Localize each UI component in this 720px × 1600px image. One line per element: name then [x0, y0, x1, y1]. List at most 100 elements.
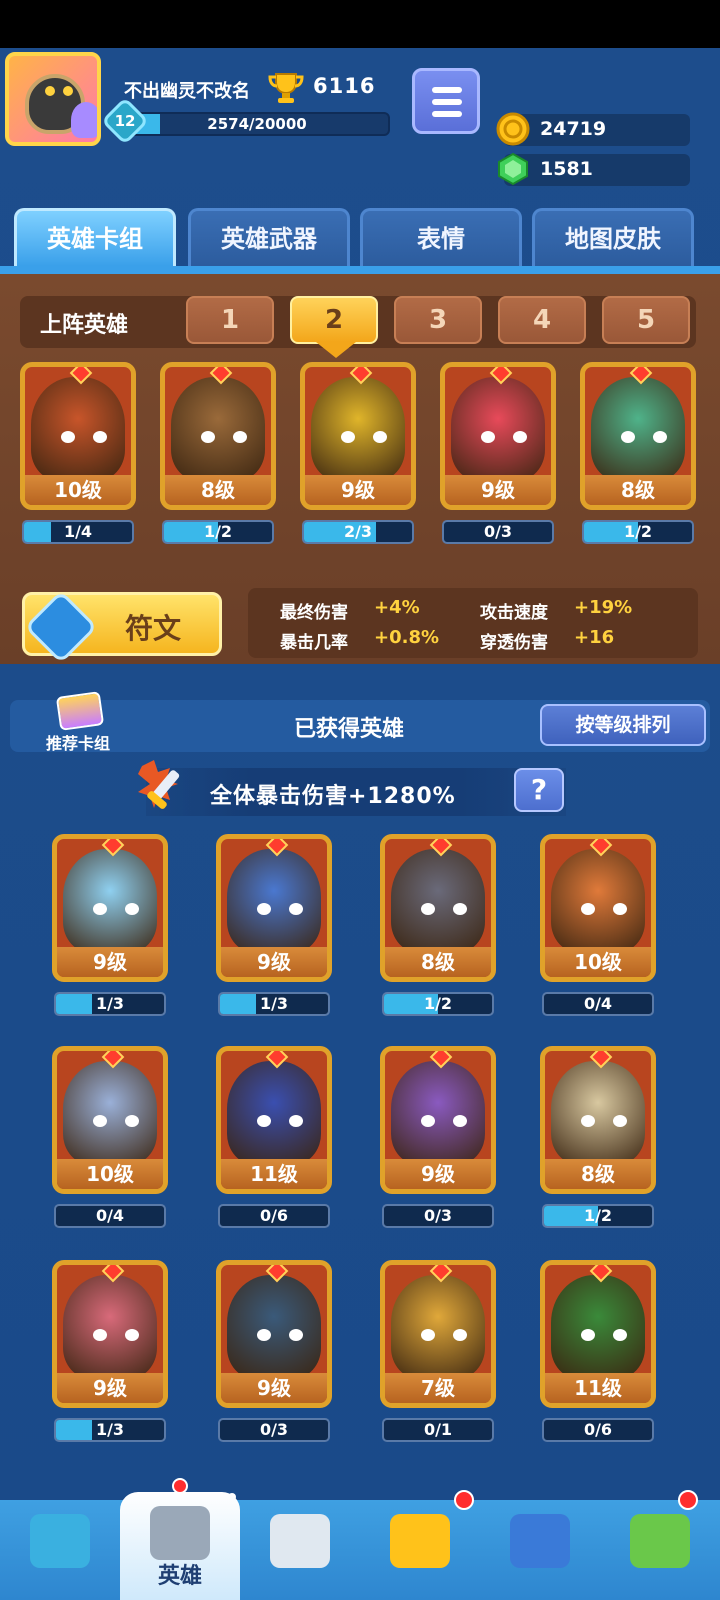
owned-hero-card[interactable]: 10级	[540, 834, 656, 982]
progress-text: 0/3	[483, 522, 513, 541]
hero-eyes	[201, 431, 247, 443]
deck-hero-card[interactable]: 9级	[300, 362, 416, 510]
avatar-eye	[45, 86, 55, 96]
tab-hero-deck[interactable]: 英雄卡组	[14, 208, 176, 266]
menu-button[interactable]	[412, 68, 480, 134]
island-icon	[630, 1514, 690, 1568]
hero-level: 9级	[57, 1373, 163, 1403]
tab-map-skins[interactable]: 地图皮肤	[532, 208, 694, 266]
stat-value: +0.8%	[374, 627, 440, 648]
owned-hero-card[interactable]: 9级	[216, 834, 332, 982]
stat-name: 穿透伤害	[480, 633, 548, 653]
crown-laurel-icon	[390, 1514, 450, 1568]
progress-text: 0/6	[583, 1420, 613, 1439]
player-level: 12	[114, 112, 136, 130]
notification-dot	[454, 1490, 474, 1510]
progress-text: 0/1	[423, 1420, 453, 1439]
gold-display[interactable]: 24719	[496, 112, 690, 146]
hero-portrait	[63, 849, 157, 953]
owned-hero-card[interactable]: 8级	[540, 1046, 656, 1194]
deck-slot-5[interactable]: 5	[602, 296, 690, 344]
hero-card-progress: 1/4	[22, 520, 134, 544]
tab-emotes[interactable]: 表情	[360, 208, 522, 266]
hero-portrait	[63, 1061, 157, 1165]
hero-card-progress: 0/4	[542, 992, 654, 1016]
deck-slot-4[interactable]: 4	[498, 296, 586, 344]
recommended-deck-label[interactable]: 推荐卡组	[46, 730, 110, 754]
hero-eyes	[257, 1115, 303, 1127]
deck-hero-card[interactable]: 8级	[580, 362, 696, 510]
hero-card-progress: 1/2	[162, 520, 274, 544]
progress-text: 1/4	[63, 522, 93, 541]
hero-portrait	[391, 849, 485, 953]
progress-text: 1/2	[423, 994, 453, 1013]
nav-item-crossed-swords[interactable]	[240, 1500, 360, 1600]
menu-icon-line	[432, 111, 462, 117]
hero-eyes	[93, 1115, 139, 1127]
nav-label: 英雄	[157, 1564, 202, 1589]
owned-hero-card[interactable]: 7级	[380, 1260, 496, 1408]
hero-portrait	[171, 377, 265, 481]
sort-by-level-button[interactable]: 按等级排列	[540, 704, 706, 746]
trophy-count: 6116	[313, 74, 376, 98]
hero-portrait	[391, 1275, 485, 1379]
owned-hero-card[interactable]: 11级	[540, 1260, 656, 1408]
hero-card-progress: 0/6	[218, 1204, 330, 1228]
deck-hero-card[interactable]: 10级	[20, 362, 136, 510]
owned-heroes-title: 已获得英雄	[294, 717, 405, 742]
recommended-deck-icon[interactable]	[55, 691, 105, 731]
hero-portrait	[551, 1061, 645, 1165]
hero-eyes	[621, 431, 667, 443]
hero-eyes	[421, 1329, 467, 1341]
gem-display[interactable]: 1581	[498, 152, 690, 186]
owned-hero-card[interactable]: 9级	[380, 1046, 496, 1194]
progress-text: 0/3	[423, 1206, 453, 1225]
owned-hero-card[interactable]: 10级	[52, 1046, 168, 1194]
help-button[interactable]: ?	[514, 768, 564, 812]
hero-portrait	[31, 377, 125, 481]
deck-hero-card[interactable]: 9级	[440, 362, 556, 510]
hero-level: 10级	[57, 1159, 163, 1189]
deck-slot-3[interactable]: 3	[394, 296, 482, 344]
stat-name: 最终伤害	[280, 603, 348, 623]
tab-hero-weapons[interactable]: 英雄武器	[188, 208, 350, 266]
progress-text: 0/3	[259, 1420, 289, 1439]
hero-eyes	[93, 903, 139, 915]
hero-level: 10级	[25, 475, 131, 505]
owned-hero-card[interactable]: 8级	[380, 834, 496, 982]
hero-level: 8级	[585, 475, 691, 505]
hero-eyes	[581, 903, 627, 915]
crossed-swords-icon	[270, 1514, 330, 1568]
hero-level: 9级	[305, 475, 411, 505]
hero-eyes	[341, 431, 387, 443]
nav-item-friends[interactable]	[480, 1500, 600, 1600]
crit-damage-bonus: 全体暴击伤害+1280%	[210, 784, 456, 809]
owned-hero-card[interactable]: 11级	[216, 1046, 332, 1194]
nav-item-crown-laurel[interactable]	[360, 1500, 480, 1600]
hero-portrait	[391, 1061, 485, 1165]
hero-card-progress: 1/2	[582, 520, 694, 544]
rune-stats-panel: 最终伤害 +4% 攻击速度 +19% 暴击几率 +0.8% 穿透伤害 +16	[248, 588, 698, 658]
rune-gem-icon	[24, 590, 98, 664]
deck-slot-2[interactable]: 2	[290, 296, 378, 344]
friends-icon	[510, 1514, 570, 1568]
player-avatar[interactable]	[5, 52, 101, 146]
deck-hero-card[interactable]: 8级	[160, 362, 276, 510]
deck-slot-1[interactable]: 1	[186, 296, 274, 344]
nav-item-treasure-chest[interactable]	[0, 1500, 120, 1600]
owned-hero-card[interactable]: 9级	[216, 1260, 332, 1408]
hero-eyes	[61, 431, 107, 443]
hero-eyes	[581, 1115, 627, 1127]
hero-level: 11级	[545, 1373, 651, 1403]
menu-icon-line	[432, 87, 462, 93]
hero-portrait	[227, 1275, 321, 1379]
hero-card-progress: 1/3	[54, 992, 166, 1016]
treasure-chest-icon	[30, 1514, 90, 1568]
hero-level: 9级	[445, 475, 551, 505]
progress-text: 1/3	[95, 1420, 125, 1439]
nav-item-island[interactable]	[600, 1500, 720, 1600]
status-bar	[0, 0, 720, 48]
owned-hero-card[interactable]: 9级	[52, 834, 168, 982]
rune-button[interactable]: 符文	[22, 590, 222, 664]
owned-hero-card[interactable]: 9级	[52, 1260, 168, 1408]
